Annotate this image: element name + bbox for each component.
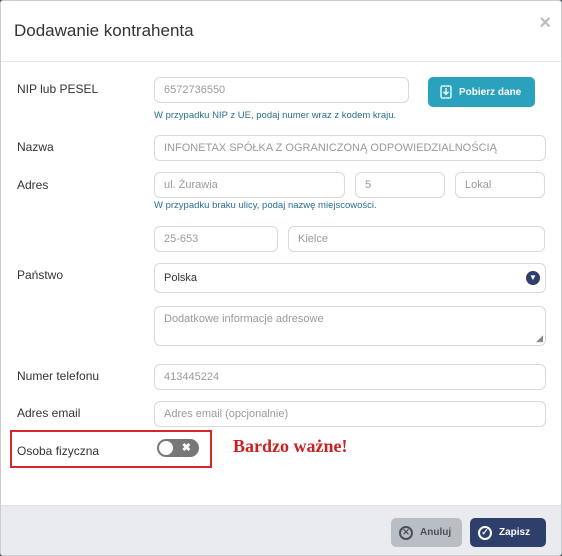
dialog-footer: ✕ Anuluj ✓ Zapisz [1, 505, 561, 555]
street-input[interactable]: ul. Żurawia [154, 172, 345, 198]
email-input[interactable]: Adres email (opcjonalnie) [154, 401, 546, 427]
cancel-icon: ✕ [399, 525, 413, 540]
dialog-header: Dodawanie kontrahenta × [1, 1, 561, 62]
name-input[interactable]: INFONETAX SPÓŁKA Z OGRANICZONĄ ODPOWIEDZ… [154, 135, 546, 161]
natural-person-toggle[interactable]: ✖ [157, 439, 199, 457]
natural-person-label: Osoba fizyczna [17, 444, 100, 458]
fetch-data-button[interactable]: Pobierz dane [428, 77, 535, 107]
nip-input[interactable]: 6572736550 [154, 77, 409, 103]
add-contractor-dialog: Dodawanie kontrahenta × NIP lub PESEL 65… [0, 0, 562, 556]
country-selected-value: Polska [164, 272, 198, 284]
additional-address-textarea[interactable]: Dodatkowe informacje adresowe ◢ [154, 306, 546, 346]
close-icon: ✖ [181, 442, 191, 454]
cancel-button[interactable]: ✕ Anuluj [391, 518, 462, 547]
toggle-knob [159, 441, 173, 455]
dialog-title: Dodawanie kontrahenta [14, 21, 194, 40]
country-select[interactable]: Polska ▼ [154, 263, 546, 293]
nip-label: NIP lub PESEL [17, 82, 99, 96]
nip-hint: W przypadku NIP z UE, podaj numer wraz z… [154, 110, 397, 121]
fetch-data-label: Pobierz dane [459, 86, 522, 98]
phone-input[interactable]: 413445224 [154, 364, 546, 390]
address-hint: W przypadku braku ulicy, podaj nazwę mie… [154, 200, 377, 211]
city-input[interactable]: Kielce [288, 226, 545, 252]
postal-code-input[interactable]: 25-653 [154, 226, 278, 252]
name-label: Nazwa [17, 140, 54, 154]
address-label: Adres [17, 178, 49, 192]
save-button[interactable]: ✓ Zapisz [470, 518, 546, 547]
unit-number-input[interactable]: Lokal [455, 172, 545, 198]
email-label: Adres email [17, 406, 81, 420]
additional-address-placeholder: Dodatkowe informacje adresowe [164, 313, 324, 325]
close-icon[interactable]: × [539, 13, 551, 33]
cancel-label: Anuluj [420, 527, 452, 538]
save-label: Zapisz [499, 527, 531, 538]
building-number-input[interactable]: 5 [355, 172, 445, 198]
resize-handle-icon[interactable]: ◢ [536, 333, 543, 344]
chevron-down-icon: ▼ [526, 271, 540, 285]
country-label: Państwo [17, 268, 64, 282]
download-icon [440, 85, 452, 99]
check-icon: ✓ [478, 525, 492, 540]
phone-label: Numer telefonu [17, 369, 100, 383]
annotation-text: Bardzo ważne! [233, 436, 348, 456]
